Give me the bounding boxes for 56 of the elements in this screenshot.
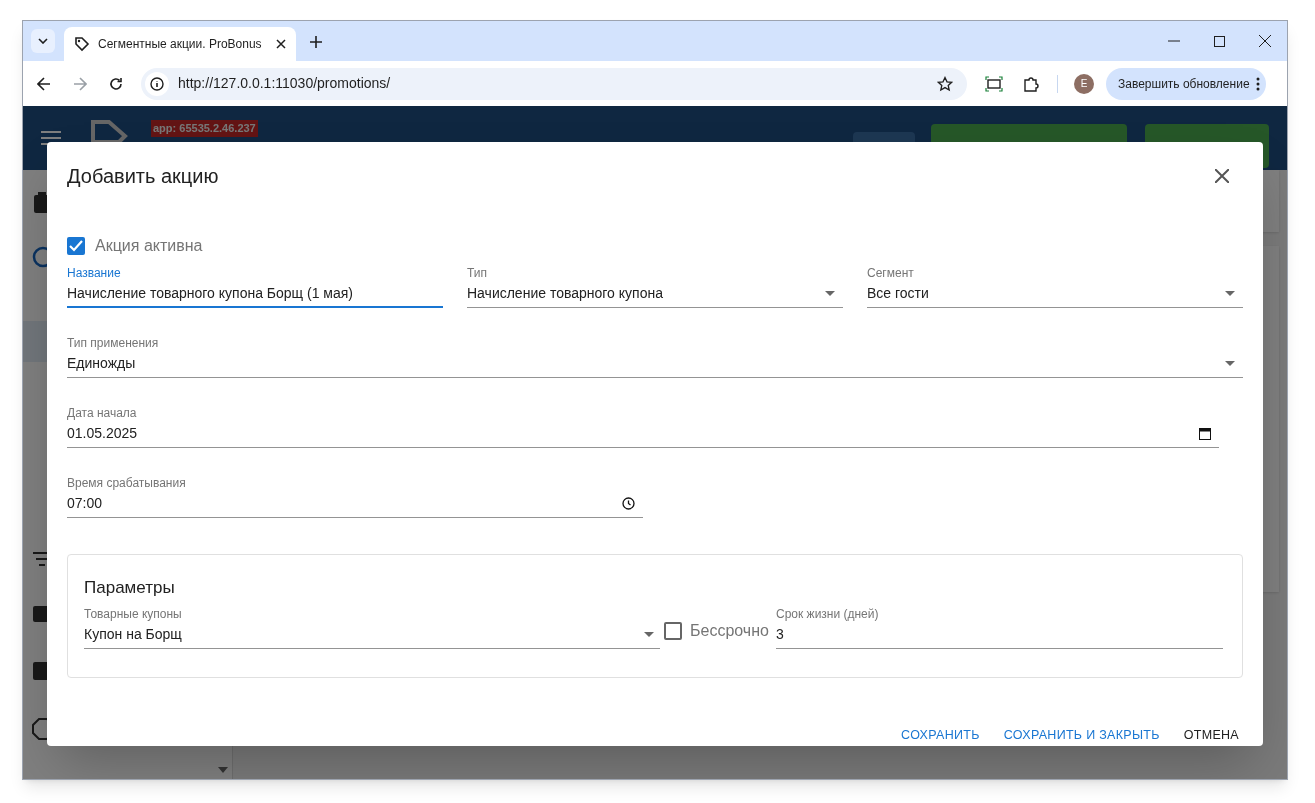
close-icon[interactable] bbox=[1215, 169, 1229, 183]
dropdown-caret-icon[interactable] bbox=[1225, 291, 1235, 296]
dialog-button[interactable]: СОХРАНИТЬ bbox=[901, 726, 980, 745]
address-bar[interactable]: http://127.0.0.1:11030/promotions/ bbox=[141, 67, 967, 100]
dropdown-caret-icon[interactable] bbox=[644, 631, 654, 637]
more-vert-icon[interactable] bbox=[1255, 76, 1260, 91]
field-label: Тип bbox=[467, 265, 488, 282]
field-label: Срок жизни (дней) bbox=[776, 605, 880, 623]
tab-title: Сегментные акции. ProBonus bbox=[98, 36, 263, 53]
field-label: Время срабатывания bbox=[67, 475, 187, 492]
url-text: http://127.0.0.1:11030/promotions/ bbox=[178, 74, 392, 93]
field-label: Товарные купоны bbox=[84, 605, 183, 623]
input-field[interactable]: 01.05.2025 bbox=[67, 422, 1219, 448]
update-button[interactable]: Завершить обновление bbox=[1106, 67, 1266, 100]
reload-icon[interactable] bbox=[109, 76, 123, 91]
checkbox[interactable] bbox=[664, 621, 682, 640]
dropdown[interactable]: Все гости bbox=[867, 282, 1243, 308]
close-icon[interactable] bbox=[1259, 35, 1271, 47]
field-label: Название bbox=[67, 265, 122, 282]
dropdown-caret-icon[interactable] bbox=[1225, 361, 1235, 366]
puzzle-piece-icon[interactable] bbox=[1023, 75, 1039, 92]
browser-tab[interactable]: Сегментные акции. ProBonus bbox=[64, 27, 296, 61]
input-field[interactable]: Начисление товарного купона Борщ (1 мая) bbox=[67, 282, 443, 308]
clock-icon[interactable] bbox=[622, 497, 635, 510]
dropdown[interactable]: Купон на Борщ bbox=[84, 622, 660, 649]
field-label: Дата начала bbox=[67, 405, 138, 422]
profile-avatar[interactable]: E bbox=[1074, 73, 1094, 94]
close-icon[interactable] bbox=[276, 39, 286, 49]
dropdown[interactable]: Начисление товарного купона bbox=[467, 282, 843, 308]
caret-icon[interactable] bbox=[218, 767, 228, 773]
input-field[interactable]: 07:00 bbox=[67, 492, 643, 518]
maximize-icon[interactable] bbox=[1214, 35, 1225, 47]
dropdown[interactable]: Единожды bbox=[67, 352, 1243, 378]
dialog-title: Добавить акцию bbox=[67, 164, 220, 189]
parameters-title: Параметры bbox=[84, 577, 176, 599]
info-icon[interactable] bbox=[150, 76, 164, 91]
field-label: Тип применения bbox=[67, 335, 160, 352]
chevron-down-icon bbox=[38, 38, 48, 44]
version-badge: app: 65535.2.46.237 bbox=[151, 120, 258, 137]
dialog-button[interactable]: СОХРАНИТЬ И ЗАКРЫТЬ bbox=[1003, 726, 1160, 745]
tab-search-button[interactable] bbox=[31, 29, 55, 53]
checkbox-label: Бессрочно bbox=[690, 620, 769, 641]
screen-capture-icon[interactable] bbox=[985, 75, 1003, 92]
calendar-icon[interactable] bbox=[1199, 427, 1211, 440]
back-arrow-icon[interactable] bbox=[37, 76, 51, 91]
new-tab-icon[interactable] bbox=[310, 36, 322, 48]
tag-logo-icon bbox=[91, 120, 129, 143]
input-field[interactable]: 3 bbox=[776, 622, 1223, 649]
forward-arrow-icon[interactable] bbox=[73, 76, 87, 91]
dropdown-caret-icon[interactable] bbox=[825, 291, 835, 296]
dialog-button[interactable]: ОТМЕНА bbox=[1183, 726, 1239, 745]
tag-icon bbox=[74, 36, 90, 52]
checkbox[interactable] bbox=[67, 237, 85, 255]
checkbox-label: Акция активна bbox=[95, 236, 203, 256]
field-label: Сегмент bbox=[867, 265, 915, 282]
star-icon[interactable] bbox=[937, 75, 953, 92]
